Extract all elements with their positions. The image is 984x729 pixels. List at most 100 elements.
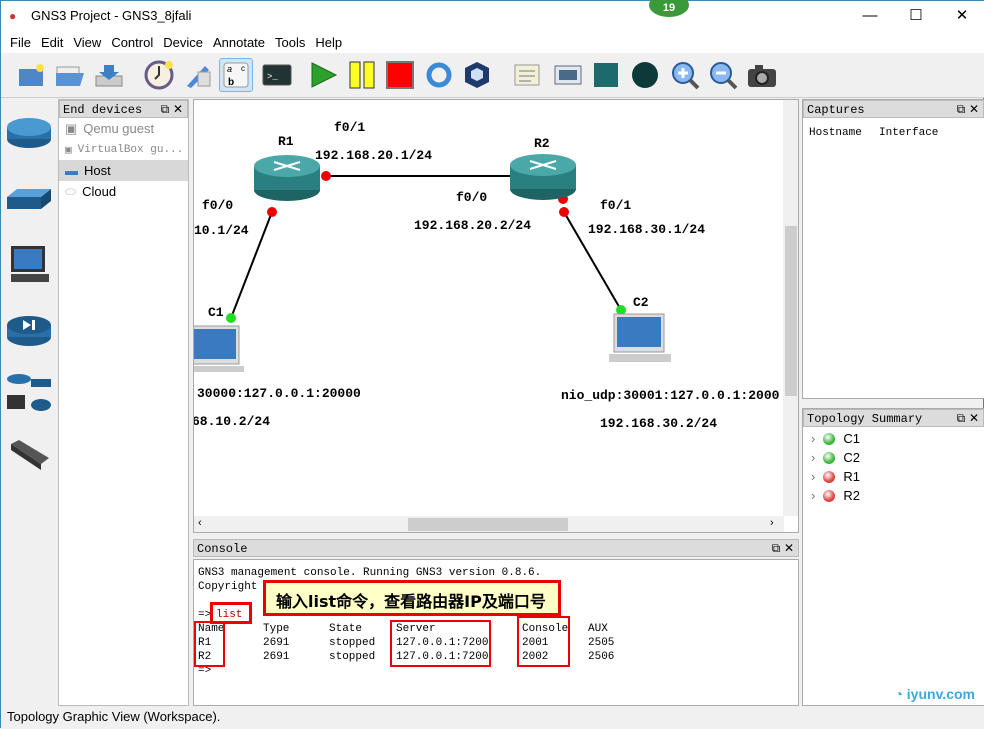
label-r2-ip1: 192.168.30.1/24 bbox=[588, 222, 706, 237]
topology-item-r1[interactable]: › R1 bbox=[803, 467, 984, 486]
expand-chevron-icon[interactable]: › bbox=[811, 488, 815, 503]
add-note-button[interactable] bbox=[511, 58, 545, 92]
zoom-in-button[interactable] bbox=[668, 58, 702, 92]
expand-chevron-icon[interactable]: › bbox=[811, 469, 815, 484]
router-r1-icon bbox=[254, 155, 320, 201]
menu-edit[interactable]: Edit bbox=[36, 31, 68, 53]
badge: 19 bbox=[649, 0, 689, 17]
topology-item-label: R1 bbox=[843, 469, 860, 484]
close-button[interactable]: ✕ bbox=[939, 1, 984, 31]
topology-item-c2[interactable]: › C2 bbox=[803, 448, 984, 467]
end-device-virtualbox[interactable]: ▣ VirtualBox gu... bbox=[59, 139, 188, 160]
virtualbox-icon[interactable] bbox=[460, 58, 494, 92]
status-dot-icon bbox=[823, 470, 836, 483]
label-r2-f01: f0/1 bbox=[600, 198, 632, 213]
menu-tools[interactable]: Tools bbox=[270, 31, 310, 53]
minimize-button[interactable]: — bbox=[847, 1, 893, 31]
draw-rectangle-button[interactable] bbox=[589, 58, 623, 92]
snapshot-button[interactable] bbox=[142, 58, 176, 92]
console-header: Console ⧉ ✕ bbox=[193, 539, 799, 557]
console-all-button[interactable]: >_ bbox=[260, 58, 294, 92]
show-interface-labels-button[interactable]: acb bbox=[219, 58, 253, 92]
end-device-qemu[interactable]: ▣ Qemu guest bbox=[59, 118, 188, 139]
horizontal-scrollbar[interactable]: ‹ › bbox=[194, 516, 784, 532]
highlight-console bbox=[517, 616, 570, 667]
cell: stopped bbox=[329, 637, 376, 649]
open-project-button[interactable] bbox=[53, 58, 87, 92]
topology-item-r2[interactable]: › R2 bbox=[803, 486, 984, 505]
routers-category-icon[interactable] bbox=[5, 111, 53, 159]
panel-float-close-icons[interactable]: ⧉ ✕ bbox=[957, 411, 979, 426]
vertical-scrollbar[interactable] bbox=[783, 100, 798, 516]
cell: 2691 bbox=[263, 651, 290, 663]
suspend-all-button[interactable] bbox=[345, 58, 379, 92]
captures-col-hostname[interactable]: Hostname bbox=[809, 127, 862, 139]
label-r1-ip0: 10.1/24 bbox=[194, 223, 249, 238]
status-dot-icon bbox=[823, 451, 836, 464]
cell: 2691 bbox=[263, 637, 290, 649]
label-c1-nio: 30000:127.0.0.1:20000 bbox=[197, 386, 361, 401]
end-devices-category-icon[interactable] bbox=[5, 244, 53, 292]
topology-summary-title: Topology Summary bbox=[807, 412, 923, 426]
save-project-button[interactable] bbox=[92, 58, 126, 92]
menu-bar: File Edit View Control Device Annotate T… bbox=[1, 31, 984, 53]
panel-float-close-icons[interactable]: ⧉ ✕ bbox=[161, 102, 183, 117]
cell: 2506 bbox=[588, 651, 615, 663]
new-project-button[interactable] bbox=[15, 58, 49, 92]
vertical-scroll-thumb[interactable] bbox=[785, 226, 797, 396]
reload-all-button[interactable] bbox=[422, 58, 456, 92]
security-devices-category-icon[interactable] bbox=[5, 309, 53, 357]
menu-control[interactable]: Control bbox=[106, 31, 158, 53]
end-device-host[interactable]: ▬ Host bbox=[59, 160, 188, 181]
label-r2-ip0: 192.168.20.2/24 bbox=[414, 218, 532, 233]
node-label-c1[interactable]: C1 bbox=[208, 305, 224, 320]
node-label-r1[interactable]: R1 bbox=[278, 134, 294, 149]
expand-chevron-icon[interactable]: › bbox=[811, 450, 815, 465]
port-c1 bbox=[226, 313, 236, 323]
node-label-c2[interactable]: C2 bbox=[633, 295, 649, 310]
cloud-category-icon[interactable] bbox=[5, 434, 53, 482]
svg-text:b: b bbox=[228, 77, 234, 88]
zoom-out-button[interactable] bbox=[706, 58, 740, 92]
highlight-name bbox=[194, 621, 225, 667]
node-label-r2[interactable]: R2 bbox=[534, 136, 550, 151]
toolbar: acb >_ bbox=[1, 53, 984, 98]
menu-device[interactable]: Device bbox=[158, 31, 208, 53]
label-c2-nio: nio_udp:30001:127.0.0.1:2000 bbox=[561, 388, 780, 403]
draw-ellipse-button[interactable] bbox=[628, 58, 662, 92]
maximize-button[interactable]: ☐ bbox=[893, 1, 939, 31]
menu-help[interactable]: Help bbox=[310, 31, 347, 53]
horizontal-scroll-thumb[interactable] bbox=[408, 518, 568, 531]
port-r1-f00 bbox=[267, 207, 277, 217]
menu-annotate[interactable]: Annotate bbox=[208, 31, 270, 53]
panel-float-close-icons[interactable]: ⧉ ✕ bbox=[772, 541, 794, 556]
host-c1-icon bbox=[194, 325, 244, 372]
menu-file[interactable]: File bbox=[5, 31, 36, 53]
cell: 2505 bbox=[588, 637, 615, 649]
expand-chevron-icon[interactable]: › bbox=[811, 431, 815, 446]
captures-col-interface[interactable]: Interface bbox=[879, 127, 938, 139]
topology-summary-panel: Topology Summary ⧉ ✕ › C1 › C2 › R1 › R2 bbox=[802, 408, 984, 706]
highlight-server bbox=[390, 620, 491, 667]
topology-item-label: C2 bbox=[843, 450, 860, 465]
console-line: GNS3 management console. Running GNS3 ve… bbox=[198, 567, 542, 579]
window-title: GNS3 Project - GNS3_8jfali bbox=[31, 8, 192, 23]
end-device-cloud[interactable]: ⬭ Cloud bbox=[59, 181, 188, 202]
stop-all-button[interactable] bbox=[383, 58, 417, 92]
port-r2-f01 bbox=[559, 207, 569, 217]
start-all-button[interactable] bbox=[306, 58, 340, 92]
screenshot-button[interactable] bbox=[745, 58, 779, 92]
status-bar: Topology Graphic View (Workspace). ◔ iyu… bbox=[1, 686, 984, 729]
menu-view[interactable]: View bbox=[68, 31, 106, 53]
all-devices-category-icon[interactable] bbox=[5, 369, 53, 417]
switches-category-icon[interactable] bbox=[5, 179, 53, 227]
svg-text:a: a bbox=[227, 64, 232, 74]
import-export-button[interactable] bbox=[181, 58, 215, 92]
captures-header: Captures ⧉ ✕ bbox=[803, 100, 984, 118]
topology-canvas[interactable]: R1 R2 C1 C2 f0/1 192.168.20.1/24 f0/0 10… bbox=[193, 99, 799, 533]
virtualbox-guest-icon: ▣ bbox=[65, 144, 72, 157]
console-output[interactable]: GNS3 management console. Running GNS3 ve… bbox=[193, 559, 799, 706]
panel-float-close-icons[interactable]: ⧉ ✕ bbox=[957, 102, 979, 117]
insert-picture-button[interactable] bbox=[551, 58, 585, 92]
topology-item-c1[interactable]: › C1 bbox=[803, 429, 984, 448]
